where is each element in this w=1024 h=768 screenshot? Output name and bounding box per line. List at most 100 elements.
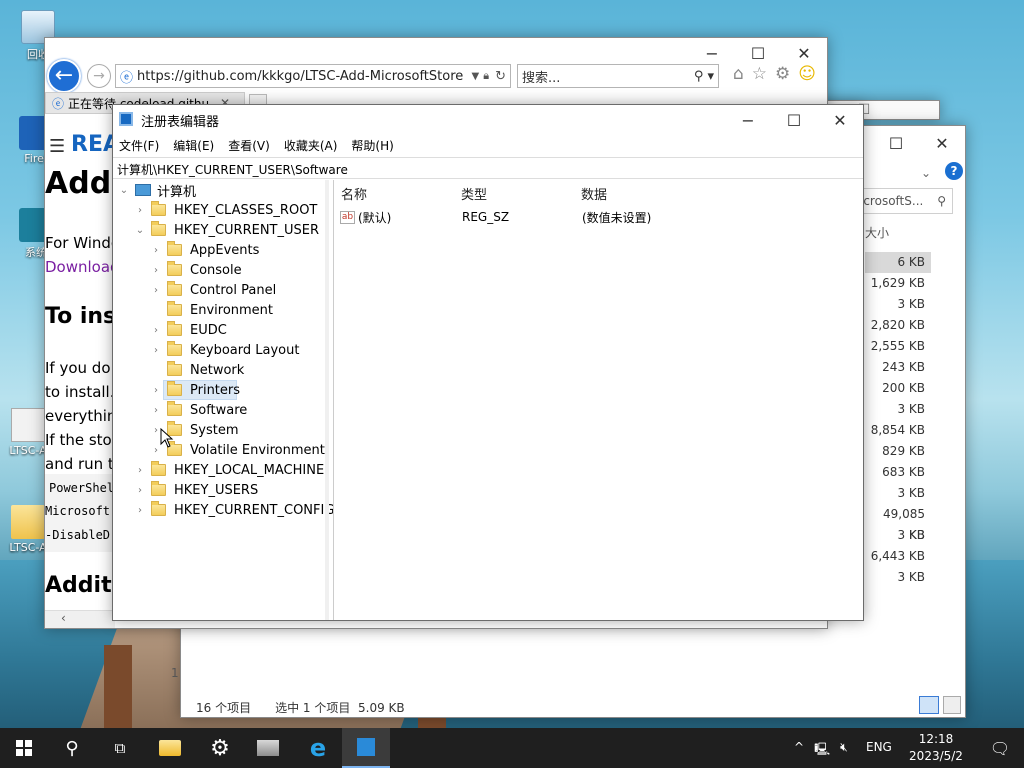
clock[interactable]: 12:18 2023/5/2 <box>904 731 968 765</box>
help-icon[interactable]: ? <box>945 162 963 180</box>
chevron-right-icon[interactable]: › <box>149 345 163 356</box>
menu-view[interactable]: 查看(V) <box>228 137 270 154</box>
language-indicator[interactable]: ENG <box>866 740 892 754</box>
taskbar-settings[interactable]: ⚙ <box>196 728 244 768</box>
notifications-button[interactable]: 🗨︎ <box>976 728 1024 768</box>
menu-edit[interactable]: 编辑(E) <box>173 137 214 154</box>
folder-icon <box>167 381 182 396</box>
path-text[interactable]: 计算机\HKEY_CURRENT_USER\Software <box>117 163 348 177</box>
folder-icon <box>151 481 166 496</box>
path-bar[interactable]: 计算机\HKEY_CURRENT_USER\Software <box>113 157 863 179</box>
tree-node-computer[interactable]: ⌄ 计算机 <box>117 180 196 200</box>
search-input[interactable]: 搜索... <box>522 67 694 86</box>
chevron-right-icon[interactable]: › <box>149 325 163 336</box>
close-icon[interactable]: ✕ <box>817 105 863 135</box>
details-view-icon[interactable] <box>919 696 939 714</box>
search-button[interactable]: ⚲ <box>48 728 96 768</box>
tree-node-console[interactable]: › Console <box>149 260 242 280</box>
window-title: 注册表编辑器 <box>141 115 220 130</box>
explorer-search-box[interactable]: icrosoftS... ⚲ <box>853 188 953 214</box>
regedit-icon <box>357 738 375 756</box>
file-size-cell: 243 KB <box>882 360 925 374</box>
maximize-icon[interactable]: ☐ <box>873 128 919 158</box>
url-input[interactable]: https://github.com/kkkgo/LTSC-Add-Micros… <box>137 69 468 84</box>
forward-button[interactable]: → <box>87 64 111 88</box>
chevron-right-icon[interactable]: › <box>133 205 147 216</box>
search-icon[interactable]: ⚲ ▾ <box>694 69 714 84</box>
column-header-type[interactable]: 类型 <box>461 184 487 203</box>
folder-icon <box>151 221 166 236</box>
column-header-data[interactable]: 数据 <box>581 184 607 203</box>
tree-node-environment[interactable]: Environment <box>149 300 273 320</box>
value-pane: 名称 类型 数据 ab (默认) REG_SZ (数值未设置) <box>333 180 863 620</box>
home-icon[interactable]: ⌂ <box>733 64 744 84</box>
taskbar-internet-explorer[interactable]: e <box>294 728 342 768</box>
chevron-down-icon[interactable]: ⌄ <box>921 166 931 180</box>
start-button[interactable] <box>0 728 48 768</box>
menu-favorites[interactable]: 收藏夹(A) <box>284 137 338 154</box>
file-size-cell: 683 KB <box>882 465 925 479</box>
search-input[interactable]: icrosoftS... <box>860 194 923 208</box>
tree-node-network[interactable]: Network <box>149 360 244 380</box>
menu-help[interactable]: 帮助(H) <box>351 137 393 154</box>
menu-file[interactable]: 文件(F) <box>119 137 159 154</box>
taskbar-file-explorer[interactable] <box>146 728 194 768</box>
tree-node-appevents[interactable]: › AppEvents <box>149 240 259 260</box>
tree-node-printers[interactable]: › Printers <box>149 380 240 400</box>
taskbar-regedit[interactable] <box>342 728 390 768</box>
search-box[interactable]: 搜索... ⚲ ▾ <box>517 64 719 88</box>
gear-icon[interactable]: ⚙ <box>775 64 790 84</box>
value-row[interactable]: ab (默认) REG_SZ (数值未设置) <box>334 206 864 228</box>
chevron-right-icon[interactable]: › <box>149 285 163 296</box>
chevron-right-icon[interactable]: › <box>149 385 163 396</box>
tree-node-hklm[interactable]: › HKEY_LOCAL_MACHINE <box>133 460 324 480</box>
favorites-star-icon[interactable]: ☆ <box>752 64 767 84</box>
horizontal-scrollbar[interactable]: ‹ <box>45 610 115 628</box>
taskbar-control-panel[interactable] <box>244 728 292 768</box>
large-icons-view-icon[interactable] <box>943 696 961 714</box>
file-size-cell: 3 KB <box>897 402 925 416</box>
smiley-feedback-icon[interactable]: ☺ <box>798 64 816 84</box>
regedit-icon <box>119 112 133 126</box>
tree-node-hkcr[interactable]: › HKEY_CLASSES_ROOT <box>133 200 317 220</box>
lock-icon[interactable]: 🔒︎ <box>483 69 489 83</box>
chevron-down-icon[interactable]: ⌄ <box>133 225 147 236</box>
tree-node-hkcu[interactable]: ⌄ HKEY_CURRENT_USER <box>133 220 319 240</box>
folder-icon <box>151 501 166 516</box>
tree-node-control-panel[interactable]: › Control Panel <box>149 280 276 300</box>
tree-node-hkcc[interactable]: › HKEY_CURRENT_CONFIG <box>133 500 334 520</box>
scroll-left-icon[interactable]: ‹ <box>61 611 66 625</box>
column-header-size[interactable]: 大小 <box>865 224 889 241</box>
menu-icon[interactable]: ☰ <box>49 136 65 157</box>
tree-node-volatile-environment[interactable]: › Volatile Environment <box>149 440 325 460</box>
network-icon[interactable]: 🖳︎ <box>814 740 830 761</box>
folder-icon <box>159 740 181 756</box>
chevron-down-icon[interactable]: ⌄ <box>117 185 131 196</box>
maximize-icon[interactable]: ☐ <box>771 105 817 135</box>
chevron-right-icon[interactable]: › <box>133 485 147 496</box>
tree-node-software[interactable]: › Software <box>149 400 247 420</box>
chevron-right-icon[interactable]: › <box>149 245 163 256</box>
close-icon[interactable]: ✕ <box>919 128 965 158</box>
tree-node-hku[interactable]: › HKEY_USERS <box>133 480 258 500</box>
chevron-up-icon[interactable]: ^ <box>794 740 804 761</box>
file-size-cell: 49,085 KB <box>883 507 925 542</box>
chevron-down-icon[interactable]: ▼ <box>472 71 480 82</box>
chevron-right-icon[interactable]: › <box>149 405 163 416</box>
task-view-button[interactable]: ⧉ <box>96 728 144 768</box>
chevron-right-icon[interactable]: › <box>133 505 147 516</box>
chevron-right-icon[interactable]: › <box>133 465 147 476</box>
folder-icon <box>167 321 182 336</box>
address-bar[interactable]: ⓔ https://github.com/kkkgo/LTSC-Add-Micr… <box>115 64 511 88</box>
tree-node-keyboard-layout[interactable]: › Keyboard Layout <box>149 340 299 360</box>
download-link[interactable]: Download <box>45 258 120 276</box>
minimize-icon[interactable]: − <box>725 105 771 135</box>
splitter[interactable] <box>325 180 329 620</box>
pier-post <box>104 645 132 730</box>
back-button[interactable]: ← <box>47 59 81 93</box>
column-header-name[interactable]: 名称 <box>341 184 367 203</box>
chevron-right-icon[interactable]: › <box>149 265 163 276</box>
tree-node-eudc[interactable]: › EUDC <box>149 320 227 340</box>
volume-muted-icon[interactable]: 🔇︎ <box>840 740 848 761</box>
refresh-icon[interactable]: ↻ <box>495 69 506 84</box>
